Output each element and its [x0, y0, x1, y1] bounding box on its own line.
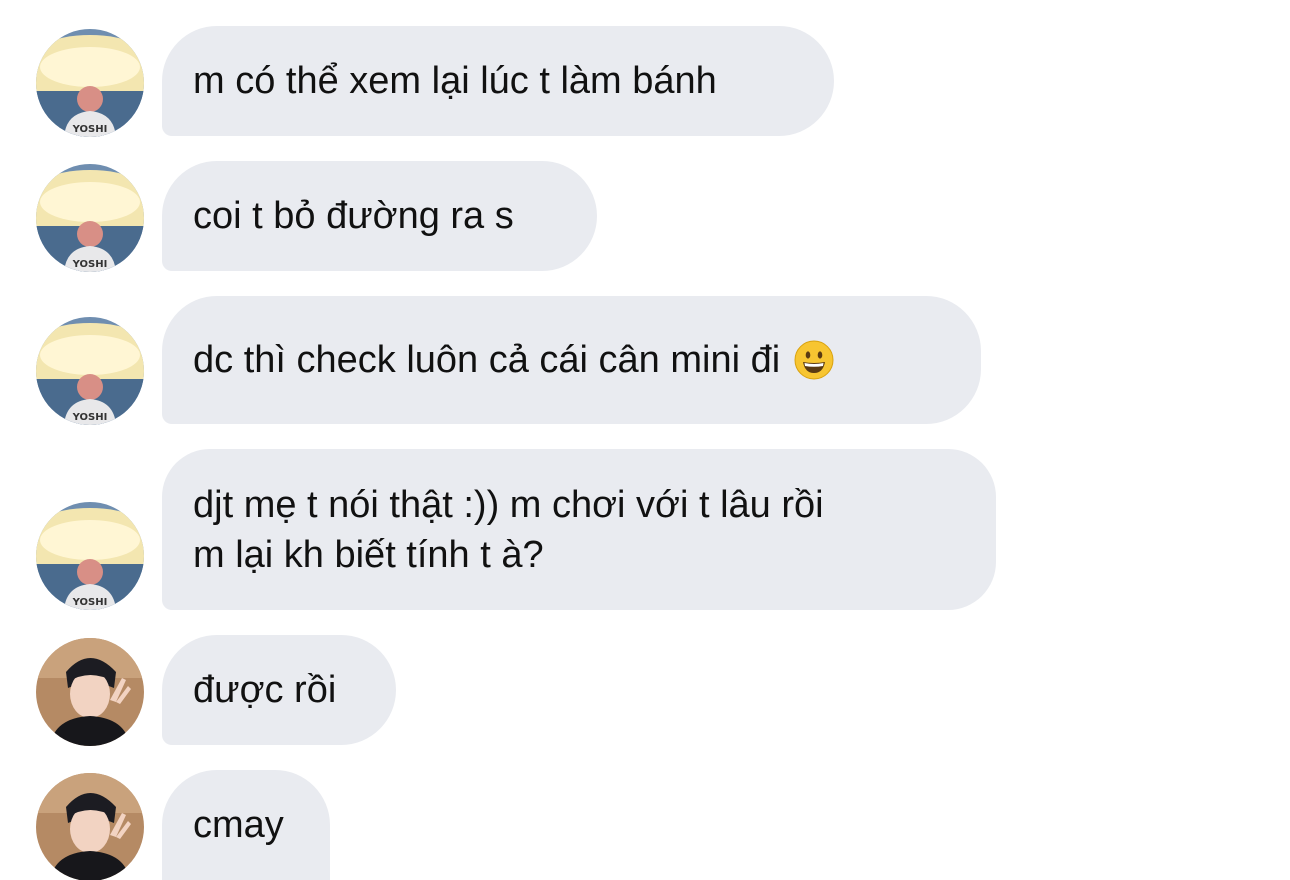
message-bubble[interactable]: coi t bỏ đường ra s [162, 161, 597, 271]
message-bubble[interactable]: dc thì check luôn cả cái cân mini đi [162, 296, 981, 424]
avatar-other[interactable] [36, 773, 144, 880]
avatar-other[interactable] [36, 638, 144, 746]
avatar-yoshi[interactable]: YOSHI [36, 502, 144, 610]
avatar-yoshi[interactable]: YOSHI [36, 317, 144, 425]
message-bubble[interactable]: cmay [162, 770, 330, 880]
svg-text:YOSHI: YOSHI [72, 412, 108, 423]
message-bubble[interactable]: djt mẹ t nói thật :)) m chơi với t lâu r… [162, 449, 996, 610]
svg-text:YOSHI: YOSHI [72, 597, 108, 608]
message-text: được rồi [193, 669, 337, 711]
avatar-yoshi[interactable]: YOSHI [36, 164, 144, 272]
svg-text:YOSHI: YOSHI [72, 259, 108, 270]
avatar-other-icon [36, 638, 144, 746]
avatar-yoshi-icon: YOSHI [36, 317, 144, 425]
message-text: coi t bỏ đường ra s [193, 195, 514, 237]
grinning-face-icon [794, 340, 834, 380]
avatar-yoshi-icon: YOSHI [36, 29, 144, 137]
avatar-yoshi[interactable]: YOSHI [36, 29, 144, 137]
avatar-other-icon [36, 773, 144, 880]
message-text: m có thể xem lại lúc t làm bánh [193, 60, 717, 102]
message-bubble[interactable]: được rồi [162, 635, 396, 745]
message-text-line: m lại kh biết tính t à? [193, 533, 544, 576]
message-text: cmay [193, 804, 284, 846]
message-text-line: djt mẹ t nói thật :)) m chơi với t lâu r… [193, 483, 824, 526]
avatar-yoshi-icon: YOSHI [36, 502, 144, 610]
message-bubble[interactable]: m có thể xem lại lúc t làm bánh [162, 26, 834, 136]
svg-text:YOSHI: YOSHI [72, 124, 108, 135]
message-text: dc thì check luôn cả cái cân mini đi [193, 339, 781, 381]
avatar-yoshi-icon: YOSHI [36, 164, 144, 272]
